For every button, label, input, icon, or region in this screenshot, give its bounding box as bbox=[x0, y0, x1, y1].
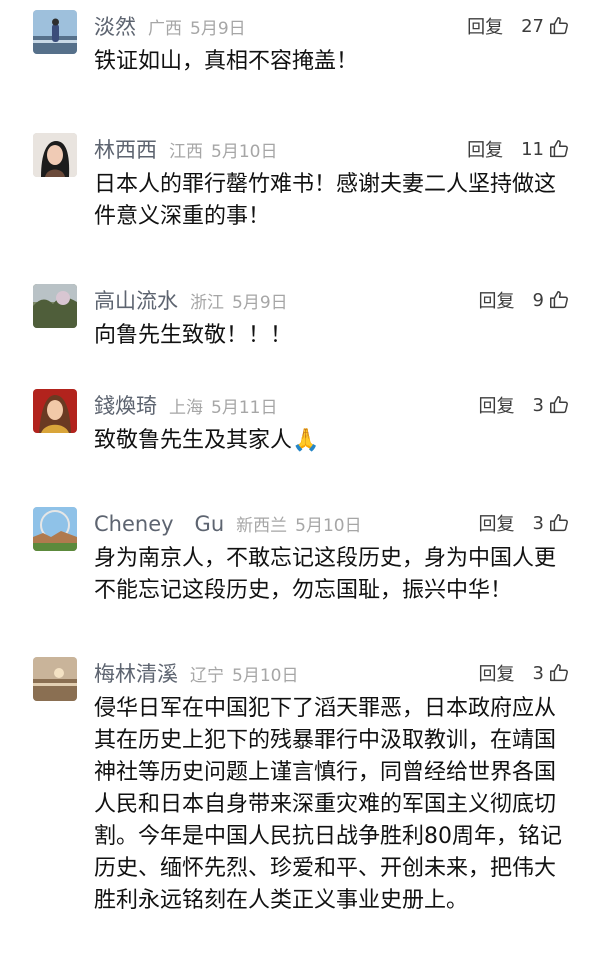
avatar[interactable] bbox=[33, 10, 77, 54]
comment-location: 上海 bbox=[169, 397, 203, 418]
comment-location: 广西 bbox=[148, 18, 182, 39]
comment-date: 5月10日 bbox=[211, 141, 278, 162]
reply-button[interactable]: 回复 bbox=[479, 287, 515, 313]
like-count: 9 bbox=[532, 289, 544, 311]
like-count: 3 bbox=[532, 512, 544, 534]
like-count: 3 bbox=[532, 394, 544, 416]
like-button[interactable] bbox=[548, 662, 570, 684]
comment-actions: 回复 3 bbox=[479, 507, 570, 539]
commenter-name[interactable]: 淡然 bbox=[94, 11, 136, 41]
thumbs-up-icon bbox=[550, 140, 568, 158]
comment-text: 侵华日军在中国犯下了滔天罪恶，日本政府应从其在历史上犯下的残暴罪行中汲取教训，在… bbox=[94, 696, 562, 913]
comment-actions: 回复 11 bbox=[467, 133, 570, 165]
thumbs-up-icon bbox=[550, 396, 568, 414]
avatar[interactable] bbox=[33, 389, 77, 433]
thumbs-up-icon bbox=[550, 291, 568, 309]
comment-text: 身为南京人，不敢忘记这段历史，身为中国人更不能忘记这段历史，勿忘国耻，振兴中华！ bbox=[94, 546, 557, 603]
comment-meta: 梅林清溪 辽宁 5月10日 bbox=[94, 657, 298, 689]
commenter-name[interactable]: 梅林清溪 bbox=[94, 658, 178, 688]
like-count: 3 bbox=[532, 662, 544, 684]
avatar[interactable] bbox=[33, 507, 77, 551]
comment-date: 5月9日 bbox=[232, 292, 288, 313]
comment-date: 5月10日 bbox=[295, 515, 362, 536]
like-button[interactable] bbox=[548, 394, 570, 416]
like-button[interactable] bbox=[548, 15, 570, 37]
comment-actions: 回复 3 bbox=[479, 389, 570, 421]
commenter-name[interactable]: 林西西 bbox=[94, 134, 157, 164]
reply-button[interactable]: 回复 bbox=[467, 136, 503, 162]
comment-meta: 林西西 江西 5月10日 bbox=[94, 133, 277, 165]
comment-date: 5月11日 bbox=[211, 397, 278, 418]
like-count: 27 bbox=[521, 15, 544, 37]
comment-text: 铁证如山，真相不容掩盖！ bbox=[94, 49, 359, 74]
reply-button[interactable]: 回复 bbox=[479, 392, 515, 418]
avatar[interactable] bbox=[33, 133, 77, 177]
commenter-name[interactable]: 錢煥琦 bbox=[94, 390, 157, 420]
comment-actions: 回复 9 bbox=[479, 284, 570, 316]
comment-meta: Cheney Gu 新西兰 5月10日 bbox=[94, 507, 362, 539]
thumbs-up-icon bbox=[550, 664, 568, 682]
avatar[interactable] bbox=[33, 284, 77, 328]
reply-button[interactable]: 回复 bbox=[479, 510, 515, 536]
comment-text: 日本人的罪行罄竹难书！感谢夫妻二人坚持做这件意义深重的事！ bbox=[94, 172, 557, 229]
reply-button[interactable]: 回复 bbox=[467, 13, 503, 39]
comment-text: 向鲁先生致敬！！！ bbox=[94, 323, 293, 348]
comment-actions: 回复 3 bbox=[479, 657, 570, 689]
comment-meta: 錢煥琦 上海 5月11日 bbox=[94, 389, 277, 421]
comment-meta: 高山流水 浙江 5月9日 bbox=[94, 284, 288, 316]
thumbs-up-icon bbox=[550, 17, 568, 35]
like-count: 11 bbox=[521, 138, 544, 160]
comment-location: 新西兰 bbox=[236, 515, 288, 536]
like-button[interactable] bbox=[548, 512, 570, 534]
comment-location: 浙江 bbox=[190, 292, 224, 313]
like-button[interactable] bbox=[548, 289, 570, 311]
comment-location: 辽宁 bbox=[190, 665, 224, 686]
avatar[interactable] bbox=[33, 657, 77, 701]
commenter-name[interactable]: 高山流水 bbox=[94, 285, 178, 315]
comment-location: 江西 bbox=[169, 141, 203, 162]
commenter-name[interactable]: Cheney Gu bbox=[94, 508, 224, 538]
comment-meta: 淡然 广西 5月9日 bbox=[94, 10, 246, 42]
comment-text: 致敬鲁先生及其家人🙏 bbox=[94, 428, 320, 453]
comment-date: 5月10日 bbox=[232, 665, 299, 686]
comment-date: 5月9日 bbox=[190, 18, 246, 39]
comment-actions: 回复 27 bbox=[467, 10, 570, 42]
thumbs-up-icon bbox=[550, 514, 568, 532]
like-button[interactable] bbox=[548, 138, 570, 160]
reply-button[interactable]: 回复 bbox=[479, 660, 515, 686]
